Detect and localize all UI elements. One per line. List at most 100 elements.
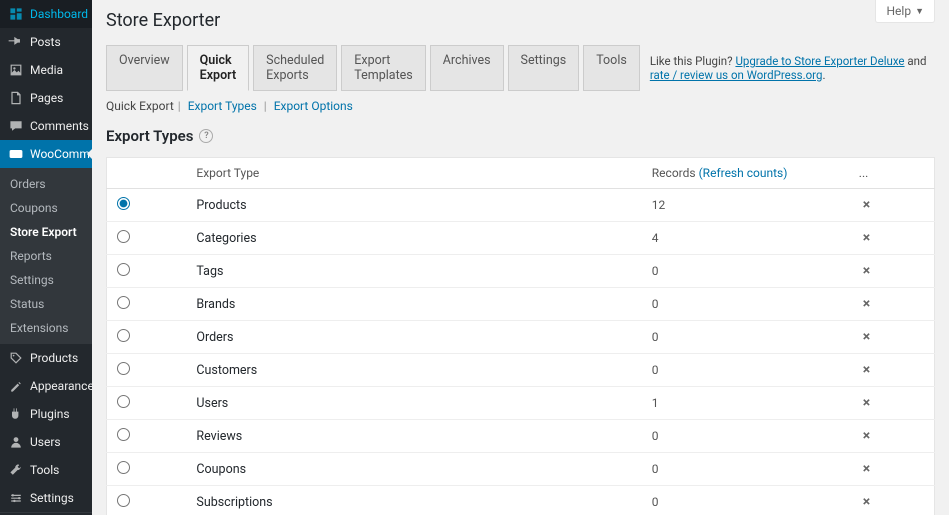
col-records: Records (Refresh counts): [642, 158, 849, 189]
export-type-count: 0: [642, 420, 849, 453]
sidebar-item-label: Posts: [30, 35, 61, 49]
tab-archives[interactable]: Archives: [430, 45, 504, 91]
table-row: Coupons 0 ×: [107, 453, 935, 486]
table-row: Brands 0 ×: [107, 288, 935, 321]
export-type-name: Coupons: [186, 453, 641, 486]
pages-icon: [8, 90, 24, 106]
tab-settings[interactable]: Settings: [508, 45, 580, 91]
sidebar-item-appearance[interactable]: Appearance: [0, 372, 92, 400]
sidebar-sub-reports[interactable]: Reports: [0, 244, 92, 268]
help-tab-button[interactable]: Help ▼: [875, 0, 935, 23]
export-type-radio[interactable]: [117, 263, 130, 276]
review-link[interactable]: rate / review us on WordPress.org: [650, 68, 823, 82]
table-row: Tags 0 ×: [107, 255, 935, 288]
products-icon: [8, 350, 24, 366]
tab-scheduled-exports[interactable]: Scheduled Exports: [253, 45, 337, 91]
remove-row-button[interactable]: ×: [859, 329, 874, 345]
sidebar-item-users[interactable]: Users: [0, 428, 92, 456]
export-type-name: Users: [186, 387, 641, 420]
table-row: Customers 0 ×: [107, 354, 935, 387]
export-type-radio[interactable]: [117, 395, 130, 408]
sidebar-item-pages[interactable]: Pages: [0, 84, 92, 112]
sidebar-item-woocommerce[interactable]: WooCommerce: [0, 140, 92, 168]
sidebar-item-label: WooCommerce: [30, 147, 92, 161]
export-type-count: 0: [642, 255, 849, 288]
export-type-name: Brands: [186, 288, 641, 321]
dashboard-icon: [8, 6, 24, 22]
export-type-radio[interactable]: [117, 197, 130, 210]
page-title: Store Exporter: [106, 0, 935, 45]
export-type-radio[interactable]: [117, 494, 130, 507]
sidebar-submenu: OrdersCouponsStore ExportReportsSettings…: [0, 168, 92, 344]
remove-row-button[interactable]: ×: [859, 395, 874, 411]
sidebar-item-label: Users: [30, 435, 61, 449]
sidebar-sub-store-export[interactable]: Store Export: [0, 220, 92, 244]
sidebar-item-dashboard[interactable]: Dashboard: [0, 0, 92, 28]
remove-row-button[interactable]: ×: [859, 461, 874, 477]
tab-tools[interactable]: Tools: [583, 45, 640, 91]
export-type-radio[interactable]: [117, 296, 130, 309]
export-type-count: 0: [642, 453, 849, 486]
sidebar-item-label: Tools: [30, 463, 59, 477]
tab-export-templates[interactable]: Export Templates: [341, 45, 425, 91]
export-types-table: Export Type Records (Refresh counts) ...…: [106, 157, 935, 515]
export-type-radio[interactable]: [117, 461, 130, 474]
table-row: Categories 4 ×: [107, 222, 935, 255]
col-export-type: Export Type: [186, 158, 641, 189]
tools-icon: [8, 462, 24, 478]
woocommerce-icon: [8, 146, 24, 162]
help-icon[interactable]: ?: [199, 129, 213, 143]
remove-row-button[interactable]: ×: [859, 197, 874, 213]
promo-text: Like this Plugin? Upgrade to Store Expor…: [650, 54, 935, 82]
remove-row-button[interactable]: ×: [859, 296, 874, 312]
sidebar-item-settings[interactable]: Settings: [0, 484, 92, 512]
export-type-radio[interactable]: [117, 230, 130, 243]
plugins-icon: [8, 406, 24, 422]
sidebar-item-plugins[interactable]: Plugins: [0, 400, 92, 428]
export-type-radio[interactable]: [117, 362, 130, 375]
admin-sidebar: Dashboard Posts Media PagesComments WooComme…: [0, 0, 92, 515]
refresh-counts-link[interactable]: (Refresh counts): [699, 166, 788, 180]
sidebar-item-products[interactable]: Products: [0, 344, 92, 372]
table-row: Subscriptions 0 ×: [107, 486, 935, 515]
export-type-radio[interactable]: [117, 329, 130, 342]
sidebar-sub-extensions[interactable]: Extensions: [0, 316, 92, 340]
sidebar-item-tools[interactable]: Tools: [0, 456, 92, 484]
remove-row-button[interactable]: ×: [859, 428, 874, 444]
export-type-count: 0: [642, 321, 849, 354]
col-actions: ...: [849, 158, 935, 189]
export-type-count: 12: [642, 189, 849, 222]
caret-down-icon: ▼: [915, 6, 924, 17]
sidebar-item-label: Products: [30, 351, 78, 365]
export-type-radio[interactable]: [117, 428, 130, 441]
table-row: Reviews 0 ×: [107, 420, 935, 453]
export-type-name: Reviews: [186, 420, 641, 453]
table-row: Products 12 ×: [107, 189, 935, 222]
tab-quick-export[interactable]: Quick Export: [187, 45, 249, 91]
sidebar-item-media[interactable]: Media: [0, 56, 92, 84]
remove-row-button[interactable]: ×: [859, 494, 874, 510]
remove-row-button[interactable]: ×: [859, 230, 874, 246]
crumb-export-types[interactable]: Export Types: [188, 99, 257, 113]
sidebar-item-label: Media: [30, 63, 63, 77]
export-type-name: Categories: [186, 222, 641, 255]
breadcrumb: Quick Export| Export Types | Export Opti…: [106, 99, 935, 113]
export-type-name: Tags: [186, 255, 641, 288]
export-type-name: Subscriptions: [186, 486, 641, 515]
remove-row-button[interactable]: ×: [859, 362, 874, 378]
sidebar-sub-status[interactable]: Status: [0, 292, 92, 316]
section-title: Export Types ?: [106, 127, 935, 145]
sidebar-item-comments[interactable]: Comments: [0, 112, 92, 140]
sidebar-sub-coupons[interactable]: Coupons: [0, 196, 92, 220]
sidebar-sub-settings[interactable]: Settings: [0, 268, 92, 292]
crumb-export-options[interactable]: Export Options: [274, 99, 353, 113]
tab-overview[interactable]: Overview: [106, 45, 183, 91]
sidebar-item-label: Appearance: [30, 379, 92, 393]
table-row: Orders 0 ×: [107, 321, 935, 354]
export-type-count: 1: [642, 387, 849, 420]
sidebar-sub-orders[interactable]: Orders: [0, 172, 92, 196]
main-content: Help ▼ Store Exporter OverviewQuick Expo…: [92, 0, 949, 515]
sidebar-item-posts[interactable]: Posts: [0, 28, 92, 56]
upgrade-link[interactable]: Upgrade to Store Exporter Deluxe: [735, 54, 904, 68]
remove-row-button[interactable]: ×: [859, 263, 874, 279]
